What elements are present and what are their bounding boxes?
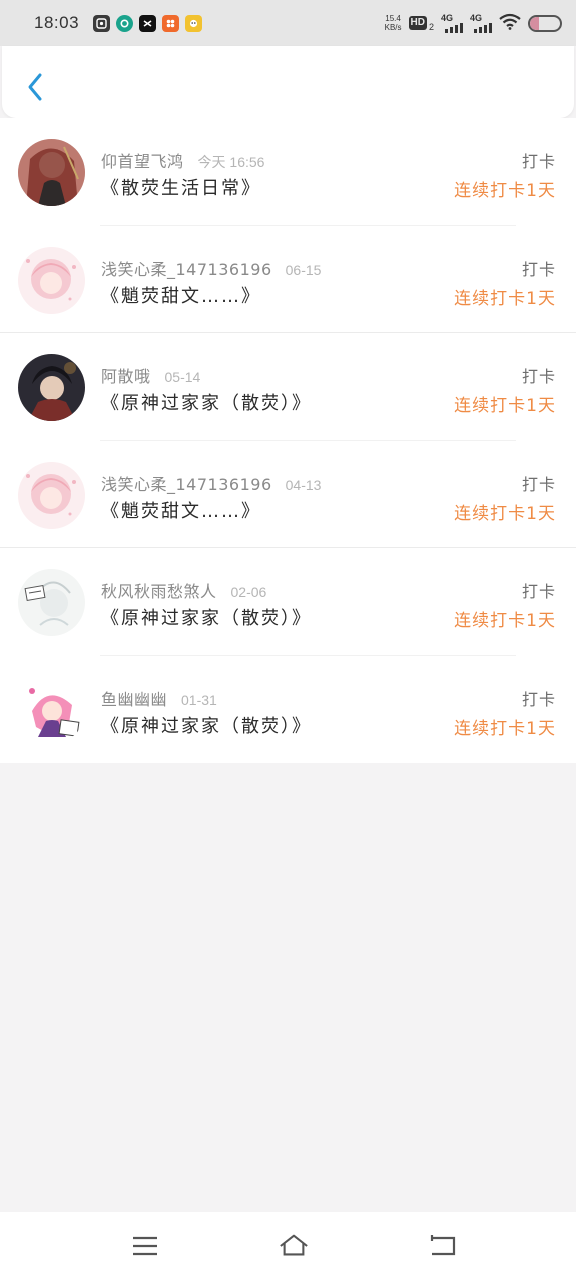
streak-label: 连续打卡1天 xyxy=(454,181,556,201)
avatar[interactable] xyxy=(18,461,85,529)
checkin-label: 打卡 xyxy=(521,689,556,709)
list-item[interactable]: 仰首望飞鸿 今天 16:56 《散荧生活日常》 打卡 连续打卡1天 xyxy=(0,118,576,226)
hd-icon: HD xyxy=(408,16,427,30)
streak-label: 连续打卡1天 xyxy=(454,288,556,309)
checkin-date: 04-13 xyxy=(285,476,322,493)
sim1-signal-icon: 4G xyxy=(441,13,463,33)
checkin-label: 打卡 xyxy=(521,152,556,171)
streak-label: 连续打卡1天 xyxy=(454,396,556,416)
hd-sub-label: 2 xyxy=(428,22,434,32)
book-title[interactable]: 《原神过家家（散荧）》 xyxy=(101,389,312,415)
username[interactable]: 鱼幽幽幽 xyxy=(101,686,167,710)
avatar[interactable] xyxy=(18,676,85,744)
notification-icons xyxy=(93,14,203,32)
menu-icon xyxy=(133,1236,157,1256)
back-icon xyxy=(430,1235,456,1256)
menu-button[interactable] xyxy=(130,1231,160,1261)
app-icon-4 xyxy=(162,14,180,32)
username[interactable]: 阿散哦 xyxy=(101,363,151,387)
list-item[interactable]: 鱼幽幽幽 01-31 《原神过家家（散荧）》 打卡 连续打卡1天 xyxy=(0,656,576,764)
checkin-label: 打卡 xyxy=(521,367,556,386)
capcut-icon xyxy=(139,14,157,32)
username[interactable]: 浅笑心柔_147136196 xyxy=(101,471,272,495)
status-indicators: 15.4 KB/s HD 2 4G 4G xyxy=(385,13,562,34)
checkin-date: 06-15 xyxy=(285,261,322,278)
book-title[interactable]: 《魈荧甜文……》 xyxy=(101,282,261,308)
list-item[interactable]: 浅笑心柔_147136196 04-13 《魈荧甜文……》 打卡 连续打卡1天 xyxy=(0,441,576,548)
app-icon-1 xyxy=(93,14,111,32)
book-title[interactable]: 《魈荧甜文……》 xyxy=(101,497,261,523)
system-nav-bar xyxy=(0,1212,576,1280)
back-nav-button[interactable] xyxy=(428,1231,458,1261)
avatar[interactable] xyxy=(18,246,85,314)
home-button[interactable] xyxy=(279,1231,309,1261)
checkin-label: 打卡 xyxy=(521,582,556,601)
app-icon-2 xyxy=(116,14,134,32)
book-title[interactable]: 《原神过家家（散荧）》 xyxy=(101,712,312,738)
list-item[interactable]: 浅笑心柔_147136196 06-15 《魈荧甜文……》 打卡 连续打卡1天 xyxy=(0,226,576,333)
back-button[interactable] xyxy=(20,70,50,104)
streak-label: 连续打卡1天 xyxy=(454,718,556,739)
home-icon xyxy=(280,1234,308,1256)
checkin-date: 01-31 xyxy=(181,691,217,708)
streak-label: 连续打卡1天 xyxy=(454,611,556,631)
avatar[interactable] xyxy=(18,354,85,421)
book-title[interactable]: 《原神过家家（散荧）》 xyxy=(101,604,312,630)
list-item[interactable]: 秋风秋雨愁煞人 02-06 《原神过家家（散荧）》 打卡 连续打卡1天 xyxy=(0,548,576,656)
chevron-left-icon xyxy=(28,73,42,101)
book-title[interactable]: 《散荧生活日常》 xyxy=(101,174,261,200)
sim2-signal-icon: 4G xyxy=(470,13,492,33)
username[interactable]: 仰首望飞鸿 xyxy=(101,148,184,172)
status-time: 18:03 xyxy=(34,13,80,32)
checkin-list: 仰首望飞鸿 今天 16:56 《散荧生活日常》 打卡 连续打卡1天 浅笑心柔_1… xyxy=(0,118,576,763)
battery-level xyxy=(530,16,539,30)
checkin-date: 05-14 xyxy=(164,369,201,385)
username[interactable]: 秋风秋雨愁煞人 xyxy=(101,578,217,602)
status-bar: 18:03 15.4 KB/s HD 2 4G 4G xyxy=(0,0,576,46)
avatar[interactable] xyxy=(18,569,85,636)
avatar[interactable] xyxy=(18,139,85,206)
username[interactable]: 浅笑心柔_147136196 xyxy=(101,256,272,280)
app-icon-5 xyxy=(185,14,203,32)
battery-icon xyxy=(528,14,562,32)
checkin-date: 02-06 xyxy=(230,584,267,600)
checkin-label: 打卡 xyxy=(521,474,556,494)
checkin-label: 打卡 xyxy=(521,259,556,279)
header xyxy=(2,46,574,118)
network-speed: 15.4 KB/s xyxy=(384,14,402,32)
streak-label: 连续打卡1天 xyxy=(454,503,556,524)
list-item[interactable]: 阿散哦 05-14 《原神过家家（散荧）》 打卡 连续打卡1天 xyxy=(0,333,576,441)
wifi-icon xyxy=(499,13,521,34)
checkin-date: 今天 16:56 xyxy=(197,154,265,170)
